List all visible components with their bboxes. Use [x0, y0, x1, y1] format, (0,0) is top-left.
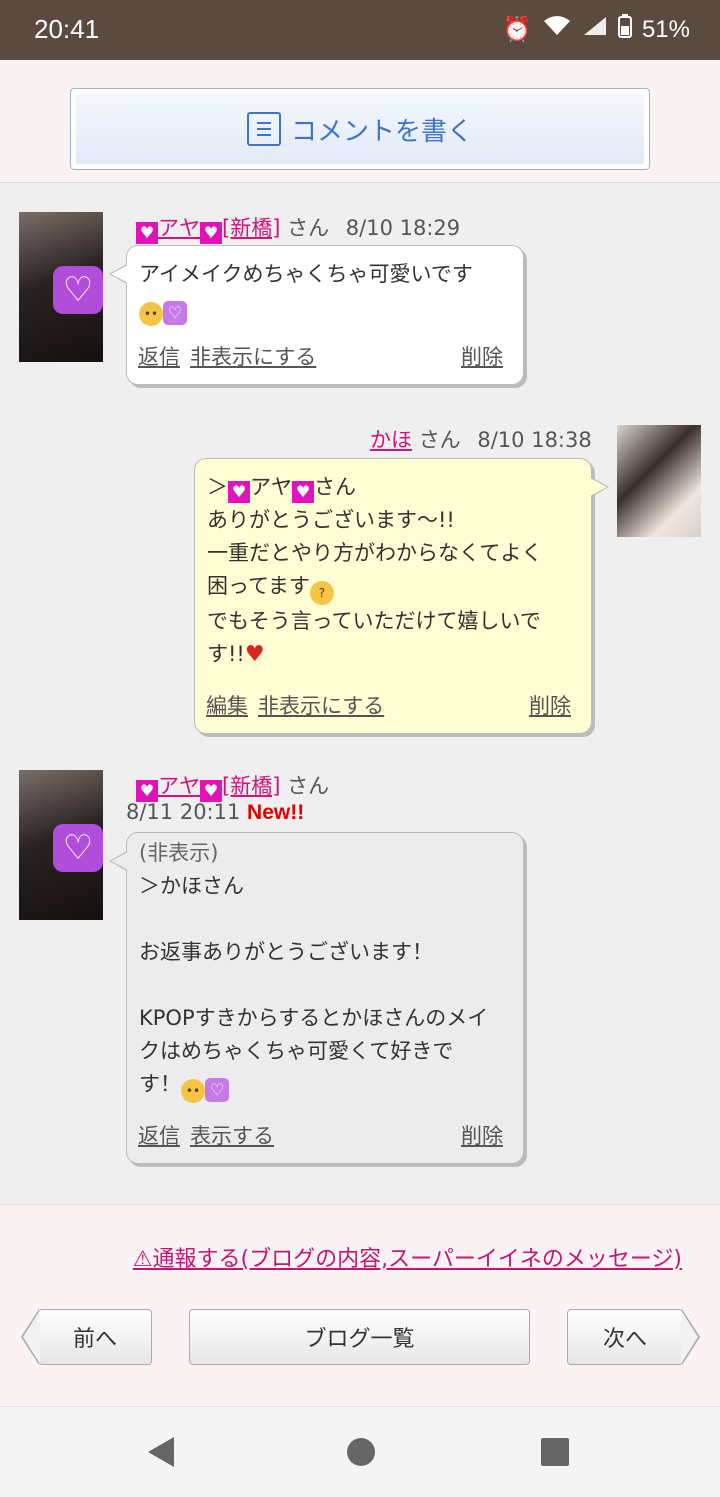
purple-heart-icon: ♡: [163, 301, 187, 325]
heart-emoji-icon: ♥: [136, 222, 158, 244]
delete-link[interactable]: 削除: [529, 690, 571, 723]
heart-emoji-icon: ♥: [200, 780, 222, 802]
comment-bubble: ＞ ♥ アヤ ♥ さん ありがとうございます〜!! 一重だとやり方がわからなくてよく 困…: [194, 458, 609, 734]
report-link[interactable]: ⚠通報する(ブログの内容,スーパーイイネのメッセージ): [133, 1241, 682, 1273]
user-name-link[interactable]: かほ: [370, 428, 412, 452]
reply-link[interactable]: 返信: [138, 345, 180, 369]
comment-meta: ♥ アヤ ♥ [新橋] さん: [136, 770, 329, 802]
compose-area: コメントを書く: [0, 60, 720, 183]
write-comment-label: コメントを書く: [290, 116, 473, 147]
avatar[interactable]: [617, 425, 701, 537]
comment-text: アイメイクめちゃくちゃ可愛いです •• ♡: [139, 258, 511, 326]
battery-level: 51%: [641, 15, 690, 43]
new-badge: New!!: [247, 801, 305, 824]
heart-emoji-icon: ♥: [136, 780, 158, 802]
comment-date: 8/10 18:29: [345, 216, 461, 240]
heart-emoji-icon: ♥: [200, 222, 222, 244]
hide-link[interactable]: 非表示にする: [190, 345, 316, 369]
comment-text: (非表示) ＞かほさん お返事ありがとうございます！ KPOPすきからするとかほ…: [139, 837, 511, 1103]
footer-area: ⚠通報する(ブログの内容,スーパーイイネのメッセージ) 前へ ブログ一覧 次へ: [0, 1204, 720, 1407]
comment-meta: かほ さん 8/10 18:38: [370, 428, 592, 452]
blog-list-button[interactable]: ブログ一覧: [189, 1309, 530, 1365]
signal-icon: [582, 15, 608, 44]
chevron-right-icon: [681, 1309, 700, 1365]
status-time: 20:41: [34, 14, 100, 44]
comment-date-row: 8/11 20:11 New!!: [126, 800, 304, 825]
heart-arrow-icon: ♥: [244, 642, 265, 667]
comment-meta: ♥ アヤ ♥ [新橋] さん 8/10 18:29: [136, 212, 460, 244]
thinking-face-icon: ?: [309, 581, 334, 605]
prev-button[interactable]: 前へ: [21, 1309, 152, 1365]
comment-actions: 編集 非表示にする 削除: [206, 690, 571, 723]
delete-link[interactable]: 削除: [461, 341, 503, 374]
avatar[interactable]: ♡: [19, 212, 103, 362]
hidden-label: (非表示): [139, 841, 219, 865]
comment-date: 8/10 18:38: [477, 428, 592, 452]
wifi-icon: [542, 15, 572, 44]
status-bar: 20:41 ⏰ 51%: [0, 0, 720, 60]
heart-icon: ♡: [53, 824, 103, 872]
chevron-left-icon: [21, 1309, 40, 1365]
pleading-face-icon: ••: [181, 1079, 205, 1103]
comment-date: 8/11 20:11: [126, 800, 241, 824]
next-button[interactable]: 次へ: [567, 1309, 700, 1365]
battery-icon: [617, 14, 632, 45]
heart-emoji-icon: ♥: [292, 481, 314, 503]
edit-note-icon: [246, 112, 281, 146]
home-icon[interactable]: [347, 1438, 375, 1466]
alarm-icon: ⏰: [502, 16, 532, 43]
comment-bubble: アイメイクめちゃくちゃ可愛いです •• ♡ 返信 非表示にする 削除: [109, 245, 524, 385]
recents-icon[interactable]: [541, 1438, 569, 1466]
comment-bubble: (非表示) ＞かほさん お返事ありがとうございます！ KPOPすきからするとかほ…: [109, 832, 524, 1164]
pleading-face-icon: ••: [139, 302, 163, 326]
system-nav-bar: [0, 1406, 720, 1497]
heart-icon: ♡: [53, 266, 103, 314]
comment-text: ＞ ♥ アヤ ♥ さん ありがとうございます〜!! 一重だとやり方がわからなくてよく 困…: [207, 475, 543, 667]
heart-emoji-icon: ♥: [228, 481, 250, 503]
edit-link[interactable]: 編集: [206, 694, 248, 718]
delete-link[interactable]: 削除: [461, 1120, 503, 1153]
purple-heart-icon: ♡: [205, 1078, 229, 1102]
user-name-link[interactable]: ♥ アヤ ♥ [新橋]: [136, 216, 280, 244]
avatar[interactable]: ♡: [19, 770, 103, 920]
back-icon[interactable]: [148, 1437, 174, 1467]
status-icons: ⏰ 51%: [502, 14, 690, 45]
comment-actions: 返信 非表示にする 削除: [138, 341, 503, 374]
reply-link[interactable]: 返信: [138, 1124, 180, 1148]
write-comment-button[interactable]: コメントを書く: [70, 88, 650, 170]
user-name-link[interactable]: ♥ アヤ ♥ [新橋]: [136, 774, 280, 802]
comment-actions: 返信 表示する 削除: [138, 1120, 503, 1153]
show-link[interactable]: 表示する: [190, 1124, 274, 1148]
hide-link[interactable]: 非表示にする: [258, 694, 384, 718]
